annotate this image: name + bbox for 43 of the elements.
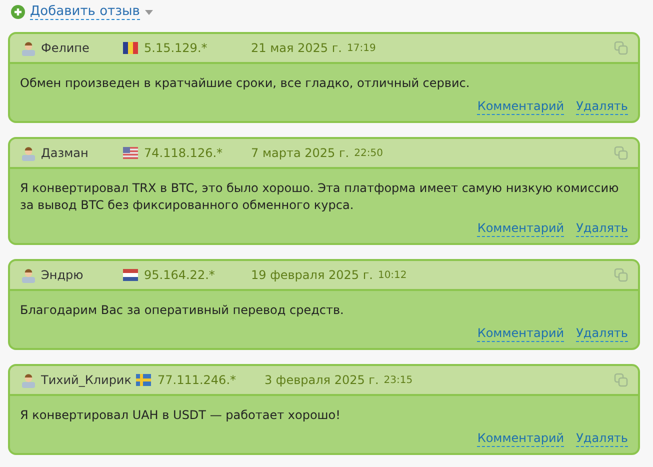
- author-name: Эндрю: [41, 267, 84, 284]
- copy-icon[interactable]: [614, 268, 628, 282]
- review-text: Обмен произведен в кратчайшие сроки, все гладко, отличный сервис.: [20, 75, 471, 92]
- delete-link[interactable]: Удалять: [576, 326, 628, 342]
- copy-icon[interactable]: [614, 146, 628, 160]
- add-review-link[interactable]: Добавить отзыв: [30, 4, 140, 20]
- ip-address: 95.164.22.*: [144, 267, 216, 284]
- comment-link[interactable]: Комментарий: [477, 99, 564, 115]
- review-text: Я конвертировал TRX в BTC, это было хорошо. Эта платформа имеет самую низкую комиссию за вывод BTC без фиксированного обменного курса.: [20, 180, 620, 214]
- comment-link[interactable]: Комментарий: [477, 431, 564, 447]
- user-icon: [21, 268, 36, 282]
- review-text: Я конвертировал UAH в USDT — работает хорошо!: [20, 407, 342, 424]
- copy-icon[interactable]: [614, 41, 628, 55]
- review-time: 23:15: [384, 374, 413, 388]
- user-icon: [21, 372, 36, 388]
- author-name: Фелипе: [41, 40, 90, 57]
- comment-link[interactable]: Комментарий: [477, 221, 564, 237]
- caret-icon: [144, 10, 153, 14]
- user-icon: [21, 40, 36, 56]
- comment-link[interactable]: Комментарий: [477, 326, 564, 342]
- flag-icon: [123, 42, 138, 54]
- ip-address: 74.118.126.*: [144, 145, 224, 162]
- flag-icon: [123, 269, 138, 281]
- review-time: 17:19: [347, 42, 376, 56]
- user-icon: [21, 146, 36, 160]
- delete-link[interactable]: Удалять: [576, 431, 628, 447]
- delete-link[interactable]: Удалять: [576, 99, 628, 115]
- review-date: 3 февраля 2025 г.: [264, 372, 379, 389]
- delete-link[interactable]: Удалять: [576, 221, 628, 237]
- review-date: 7 марта 2025 г.: [251, 145, 350, 162]
- review-text: Благодарим Вас за оперативный перевод средств.: [20, 302, 345, 319]
- author-name: Дазман: [41, 145, 90, 162]
- ip-address: 5.15.129.*: [144, 40, 208, 57]
- author-name: Тихий_Клирик: [41, 372, 132, 389]
- review-date: 19 февраля 2025 г.: [251, 267, 373, 284]
- flag-icon: [123, 147, 138, 159]
- review-time: 10:12: [378, 268, 407, 282]
- ip-address: 77.111.246.*: [157, 372, 238, 389]
- add-icon: [11, 5, 25, 19]
- flag-icon: [136, 374, 152, 386]
- copy-icon[interactable]: [614, 373, 628, 387]
- review-time: 22:50: [354, 146, 383, 160]
- review-date: 21 мая 2025 г.: [251, 40, 342, 57]
